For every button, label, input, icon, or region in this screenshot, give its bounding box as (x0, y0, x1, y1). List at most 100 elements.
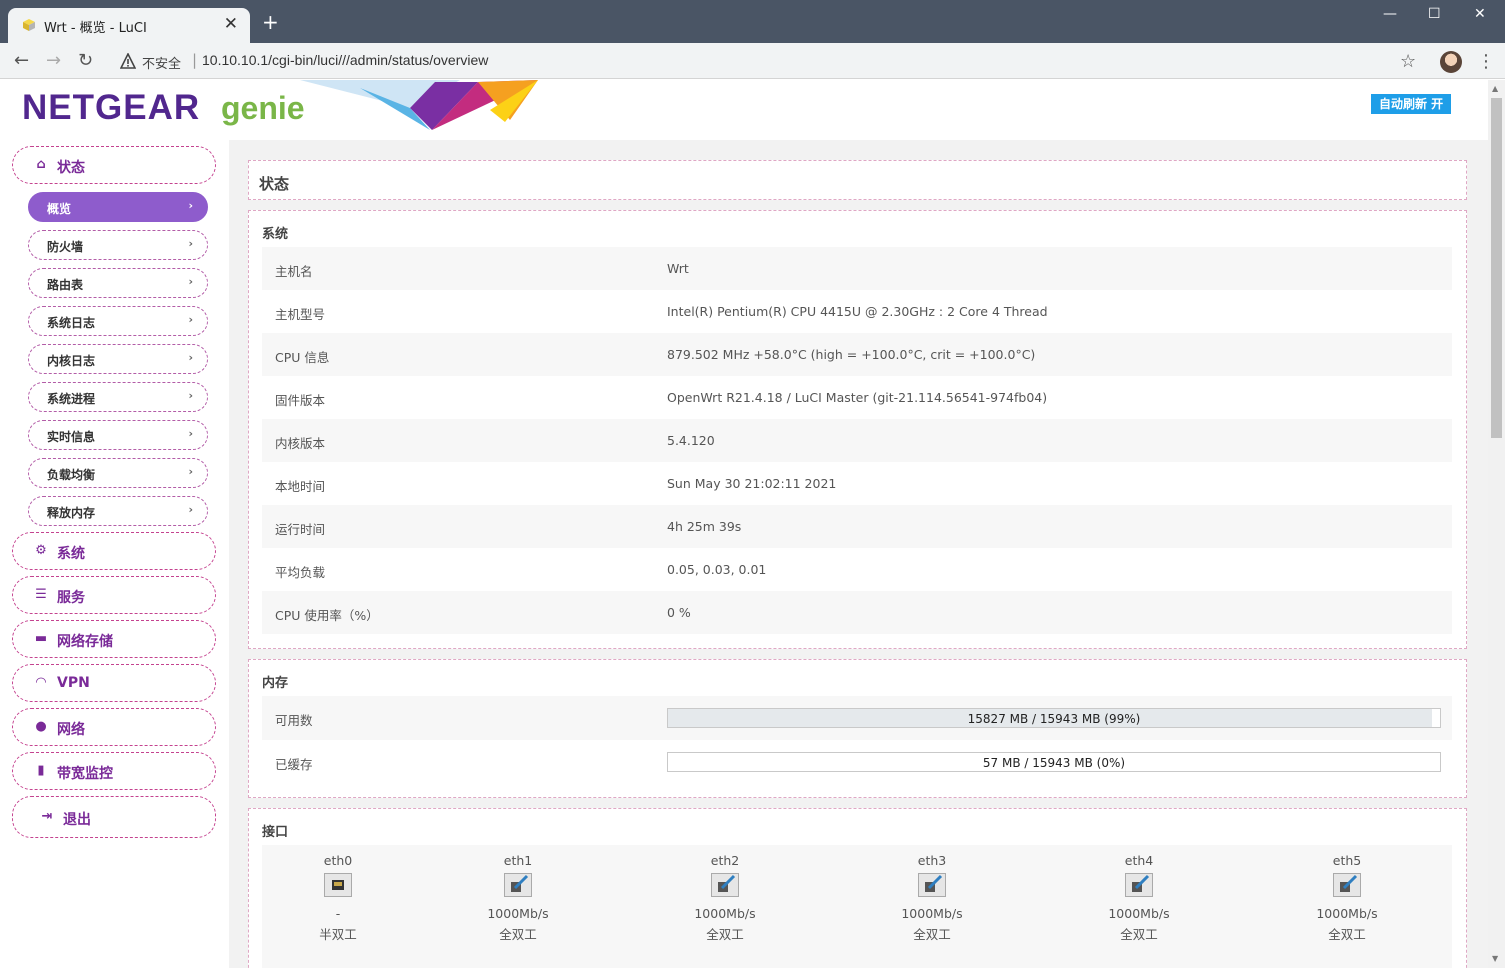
menu-label: 带宽监控 (57, 766, 113, 782)
interfaces-row: eth0 - 半双工 eth1 1000Mb/s 全双工 eth2 1000Mb… (262, 845, 1452, 968)
submenu-label: 内核日志 (47, 354, 96, 368)
menu-logout[interactable]: ⇥ 退出 (12, 796, 216, 838)
row-value: OpenWrt R21.4.18 / LuCI Master (git-21.1… (667, 390, 1048, 405)
interface-eth4: eth4 1000Mb/s 全双工 (1079, 853, 1199, 942)
forward-icon[interactable]: → (46, 50, 61, 71)
available-memory-bar: 15827 MB / 15943 MB (99%) (667, 708, 1441, 728)
table-row: 主机型号 Intel(R) Pentium(R) CPU 4415U @ 2.3… (262, 290, 1452, 333)
interface-name: eth4 (1124, 853, 1154, 868)
browser-tab[interactable]: Wrt - 概览 - LuCI ✕ (8, 8, 250, 43)
row-value: 4h 25m 39s (667, 519, 742, 534)
interface-duplex: 半双工 (319, 927, 357, 942)
row-value: Wrt (667, 261, 689, 276)
menu-status[interactable]: ⌂ 状态 (12, 146, 216, 184)
scrollbar-thumb[interactable] (1491, 98, 1502, 438)
interface-eth0: eth0 - 半双工 (278, 853, 398, 942)
bookmark-star-icon[interactable]: ☆ (1400, 51, 1416, 72)
menu-status-label: 状态 (57, 160, 85, 176)
profile-avatar[interactable] (1440, 51, 1462, 73)
table-row: 已缓存 57 MB / 15943 MB (0%) (262, 740, 1452, 784)
submenu-processes[interactable]: 系统进程 › (28, 382, 208, 412)
chevron-right-icon: › (188, 313, 193, 326)
scroll-down-icon[interactable]: ▼ (1492, 954, 1498, 963)
chevron-right-icon: › (188, 503, 193, 516)
interfaces-section-title: 接口 (262, 825, 289, 840)
submenu-load-balance[interactable]: 负载均衡 › (28, 458, 208, 488)
interface-duplex: 全双工 (913, 927, 951, 942)
table-row: 主机名 Wrt (262, 247, 1452, 290)
chevron-right-icon: › (188, 351, 193, 364)
interface-duplex: 全双工 (1120, 927, 1158, 942)
warning-icon (120, 53, 136, 69)
gears-icon: ⚙ (35, 543, 47, 558)
interface-eth3: eth3 1000Mb/s 全双工 (872, 853, 992, 942)
submenu-syslog[interactable]: 系统日志 › (28, 306, 208, 336)
interface-name: eth1 (503, 853, 533, 868)
submenu-overview[interactable]: 概览 › (28, 192, 208, 222)
submenu-label: 概览 (47, 202, 72, 216)
row-value: Intel(R) Pentium(R) CPU 4415U @ 2.30GHz … (667, 304, 1048, 319)
interface-speed: - (335, 906, 341, 921)
interface-eth2: eth2 1000Mb/s 全双工 (665, 853, 785, 942)
url-text[interactable]: 10.10.10.1/cgi-bin/luci///admin/status/o… (202, 52, 488, 68)
menu-label: 网络存储 (57, 634, 113, 650)
new-tab-button[interactable]: + (262, 12, 279, 32)
netgear-genie-logo: NETGEAR genie (22, 88, 305, 128)
reload-icon[interactable]: ↻ (78, 50, 93, 71)
interface-speed: 1000Mb/s (487, 906, 549, 921)
menu-label: 服务 (57, 590, 85, 606)
menu-label: 系统 (57, 546, 85, 562)
menu-network[interactable]: ● 网络 (12, 708, 216, 746)
row-value: 879.502 MHz +58.0°C (high = +100.0°C, cr… (667, 347, 1036, 362)
back-icon[interactable]: ← (14, 50, 29, 71)
tab-close-icon[interactable]: ✕ (224, 14, 238, 34)
interface-duplex: 全双工 (706, 927, 744, 942)
maximize-icon[interactable]: ☐ (1428, 6, 1441, 22)
interface-speed: 1000Mb/s (1108, 906, 1170, 921)
page-title: 状态 (259, 175, 290, 193)
submenu-label: 负载均衡 (47, 468, 96, 482)
row-key: 主机名 (275, 264, 313, 279)
interface-eth1: eth1 1000Mb/s 全双工 (458, 853, 578, 942)
menu-bandwidth[interactable]: ▮ 带宽监控 (12, 752, 216, 790)
menu-services[interactable]: ☰ 服务 (12, 576, 216, 614)
table-row: CPU 信息 879.502 MHz +58.0°C (high = +100.… (262, 333, 1452, 376)
port-connected-icon (711, 873, 739, 897)
page-viewport: NETGEAR genie 自动刷新 开 ⌂ 状态 概览 › 防火墙 › 路由表… (0, 80, 1488, 968)
menu-vpn[interactable]: ◠ VPN (12, 664, 216, 702)
row-key: 本地时间 (275, 479, 326, 494)
omnibox[interactable]: 不安全 | 10.10.10.1/cgi-bin/luci///admin/st… (108, 47, 1430, 75)
interface-duplex: 全双工 (1328, 927, 1366, 942)
minimize-icon[interactable]: — (1383, 6, 1397, 22)
menu-nas[interactable]: ▬ 网络存储 (12, 620, 216, 658)
chevron-right-icon: › (188, 199, 193, 212)
chevron-right-icon: › (188, 275, 193, 288)
row-key: 固件版本 (275, 393, 326, 408)
submenu-label: 系统日志 (47, 316, 96, 330)
table-row: CPU 使用率（%） 0 % (262, 591, 1452, 634)
row-value: 0 % (667, 605, 691, 620)
page-scrollbar[interactable]: ▲ ▼ (1488, 80, 1505, 968)
interfaces-panel: 接口 eth0 - 半双工 eth1 1000Mb/s 全双工 eth2 100… (248, 808, 1467, 968)
system-section-title: 系统 (262, 227, 289, 242)
menu-system[interactable]: ⚙ 系统 (12, 532, 216, 570)
window-close-icon[interactable]: ✕ (1474, 6, 1486, 22)
submenu-firewall[interactable]: 防火墙 › (28, 230, 208, 260)
submenu-realtime[interactable]: 实时信息 › (28, 420, 208, 450)
interface-name: eth3 (917, 853, 947, 868)
scroll-up-icon[interactable]: ▲ (1492, 84, 1498, 93)
memory-panel: 内存 可用数 15827 MB / 15943 MB (99%) 已缓存 57 … (248, 659, 1467, 798)
submenu-free-memory[interactable]: 释放内存 › (28, 496, 208, 526)
port-connected-icon (504, 873, 532, 897)
browser-menu-icon[interactable]: ⋮ (1477, 51, 1495, 72)
auto-refresh-toggle[interactable]: 自动刷新 开 (1371, 94, 1452, 114)
favicon-icon (23, 19, 35, 31)
submenu-routes[interactable]: 路由表 › (28, 268, 208, 298)
insecure-label: 不安全 (142, 57, 182, 72)
submenu-kernel-log[interactable]: 内核日志 › (28, 344, 208, 374)
submenu-label: 路由表 (47, 278, 84, 292)
hdd-icon: ▬ (34, 631, 48, 646)
submenu-label: 系统进程 (47, 392, 96, 406)
interface-duplex: 全双工 (499, 927, 537, 942)
menu-label: 网络 (57, 722, 85, 738)
